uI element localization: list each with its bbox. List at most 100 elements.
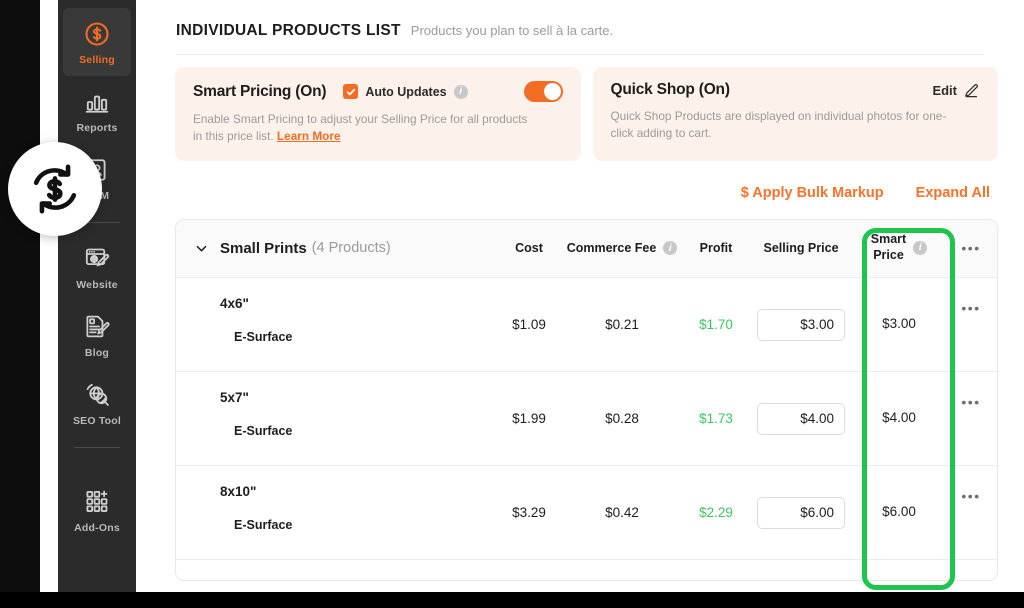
website-edit-icon (82, 244, 112, 274)
bar-chart-icon (82, 87, 112, 117)
cell-smart-price: $6.00 (882, 504, 916, 520)
smart-price-line-2: Price (873, 248, 904, 262)
cell-profit: $1.70 (699, 317, 733, 332)
device-frame-bottom (0, 592, 1024, 608)
row-overflow-menu[interactable]: ••• (945, 372, 997, 410)
column-header-smart-price: Smart Price i (853, 232, 945, 263)
sidebar-item-seo-tool[interactable]: SEO Tool (58, 369, 136, 437)
sidebar-item-add-ons[interactable]: Add-Ons (58, 476, 136, 544)
auto-price-refresh-badge (8, 142, 102, 236)
quick-shop-title: Quick Shop (On) (610, 81, 730, 98)
smart-pricing-description: Enable Smart Pricing to adjust your Sell… (193, 111, 538, 145)
product-name: 8x10" (220, 483, 257, 499)
sidebar-item-blog[interactable]: Blog (58, 301, 136, 369)
product-cell: 8x10" E-Surface (190, 466, 497, 532)
selling-price-input[interactable]: $6.00 (757, 496, 845, 529)
table-row-partial (176, 560, 997, 580)
cell-selling-price: $6.00 (749, 466, 853, 560)
sidebar-item-label: Website (76, 278, 118, 291)
table-row: 4x6" E-Surface $1.09 $0.21 $1.70 $3.00 $… (176, 278, 997, 372)
product-name: 4x6" (220, 295, 249, 311)
overflow-dots-icon: ••• (961, 487, 981, 504)
expand-all-button[interactable]: Expand All (916, 185, 990, 201)
quick-shop-edit-button[interactable]: Edit (932, 82, 980, 99)
edit-label: Edit (932, 82, 957, 98)
info-icon[interactable]: i (913, 241, 928, 255)
row-overflow-menu[interactable]: ••• (945, 278, 997, 316)
page-header: INDIVIDUAL PRODUCTS LIST Products you pl… (136, 0, 1024, 55)
sidebar: Selling Reports CRM (58, 0, 136, 592)
cell-cost: $1.09 (512, 317, 546, 332)
selling-price-input[interactable]: $3.00 (757, 308, 845, 341)
info-icon[interactable]: i (663, 241, 678, 255)
product-variant: E-Surface (234, 423, 293, 438)
cell-commerce-fee: $0.42 (605, 505, 639, 520)
column-header-selling-price: Selling Price (763, 241, 839, 255)
toggle-knob (543, 83, 561, 100)
auto-updates-checkbox[interactable] (343, 84, 359, 99)
sidebar-item-label: Add-Ons (74, 521, 120, 534)
smart-pricing-toggle[interactable] (523, 81, 563, 102)
sidebar-item-label: Blog (84, 346, 110, 359)
quick-shop-description: Quick Shop Products are displayed on ind… (610, 109, 947, 140)
product-cell: 4x6" E-Surface (190, 278, 497, 344)
group-title: Small Prints (220, 239, 307, 257)
sidebar-item-label: SEO Tool (72, 414, 122, 427)
app-screenshot: Selling Reports CRM (0, 0, 1024, 608)
learn-more-link[interactable]: Learn More (277, 129, 341, 143)
chevron-down-icon[interactable] (190, 241, 212, 256)
product-variant: E-Surface (234, 517, 293, 532)
sidebar-item-label: Reports (76, 121, 118, 134)
cell-profit: $2.29 (699, 505, 733, 520)
info-icon[interactable]: i (453, 84, 468, 99)
product-variant: E-Surface (234, 329, 293, 344)
sidebar-divider (74, 447, 120, 448)
table-header-row: Small Prints (4 Products) Cost Commerce … (176, 219, 997, 278)
row-overflow-menu[interactable]: ••• (945, 466, 997, 504)
cell-selling-price: $4.00 (749, 372, 853, 466)
cell-cost: $1.99 (512, 411, 546, 426)
smart-price-line-1: Smart (870, 232, 907, 247)
selling-price-input[interactable]: $4.00 (757, 402, 845, 435)
auto-updates-label: Auto Updates (365, 84, 447, 99)
grid-plus-icon (82, 487, 112, 517)
overflow-dots-icon: ••• (961, 240, 981, 256)
auto-price-refresh-icon (26, 160, 84, 218)
window-gutter (40, 0, 58, 592)
apply-bulk-markup-button[interactable]: $ Apply Bulk Markup (741, 185, 884, 201)
overflow-dots-icon: ••• (961, 393, 981, 410)
product-name: 5x7" (220, 389, 249, 405)
products-table: Small Prints (4 Products) Cost Commerce … (175, 218, 998, 581)
smart-pricing-description-text: Enable Smart Pricing to adjust your Sell… (193, 112, 528, 143)
overflow-dots-icon: ••• (961, 299, 981, 316)
sidebar-item-reports[interactable]: Reports (58, 76, 136, 144)
cell-commerce-fee: $0.28 (605, 411, 639, 426)
column-header-cost: Cost (515, 241, 543, 255)
cell-selling-price: $3.00 (749, 278, 853, 372)
table-row: 5x7" E-Surface $1.99 $0.28 $1.73 $4.00 $… (176, 372, 997, 466)
sidebar-item-website[interactable]: Website (58, 233, 136, 301)
group-product-count: (4 Products) (311, 240, 391, 256)
blog-edit-icon (82, 312, 112, 342)
product-cell: 5x7" E-Surface (190, 372, 497, 438)
cell-cost: $3.29 (512, 505, 546, 520)
pencil-icon (963, 82, 980, 99)
device-frame-left (0, 0, 40, 608)
table-row: 8x10" E-Surface $3.29 $0.42 $2.29 $6.00 … (176, 466, 997, 560)
info-cards: Smart Pricing (On) Auto Updates i Enable… (136, 55, 1024, 161)
column-header-profit: Profit (699, 241, 733, 255)
page-title: INDIVIDUAL PRODUCTS LIST (176, 22, 401, 39)
column-header-commerce-fee: Commerce Fee i (561, 241, 683, 255)
column-header-commerce-fee-label: Commerce Fee (566, 241, 657, 255)
sidebar-item-selling[interactable]: Selling (63, 8, 131, 76)
smart-pricing-card: Smart Pricing (On) Auto Updates i Enable… (175, 67, 581, 161)
column-header-overflow-menu[interactable]: ••• (945, 240, 997, 256)
cell-smart-price: $3.00 (882, 316, 916, 332)
seo-globe-icon (82, 380, 112, 410)
page-subtitle: Products you plan to sell à la carte. (410, 23, 614, 38)
cell-smart-price: $4.00 (882, 410, 916, 426)
quick-shop-card: Quick Shop (On) Edit Quick Shop Products… (592, 67, 998, 161)
cell-profit: $1.73 (699, 411, 733, 426)
cell-commerce-fee: $0.21 (605, 317, 639, 332)
table-actions: $ Apply Bulk Markup Expand All (136, 161, 1024, 201)
